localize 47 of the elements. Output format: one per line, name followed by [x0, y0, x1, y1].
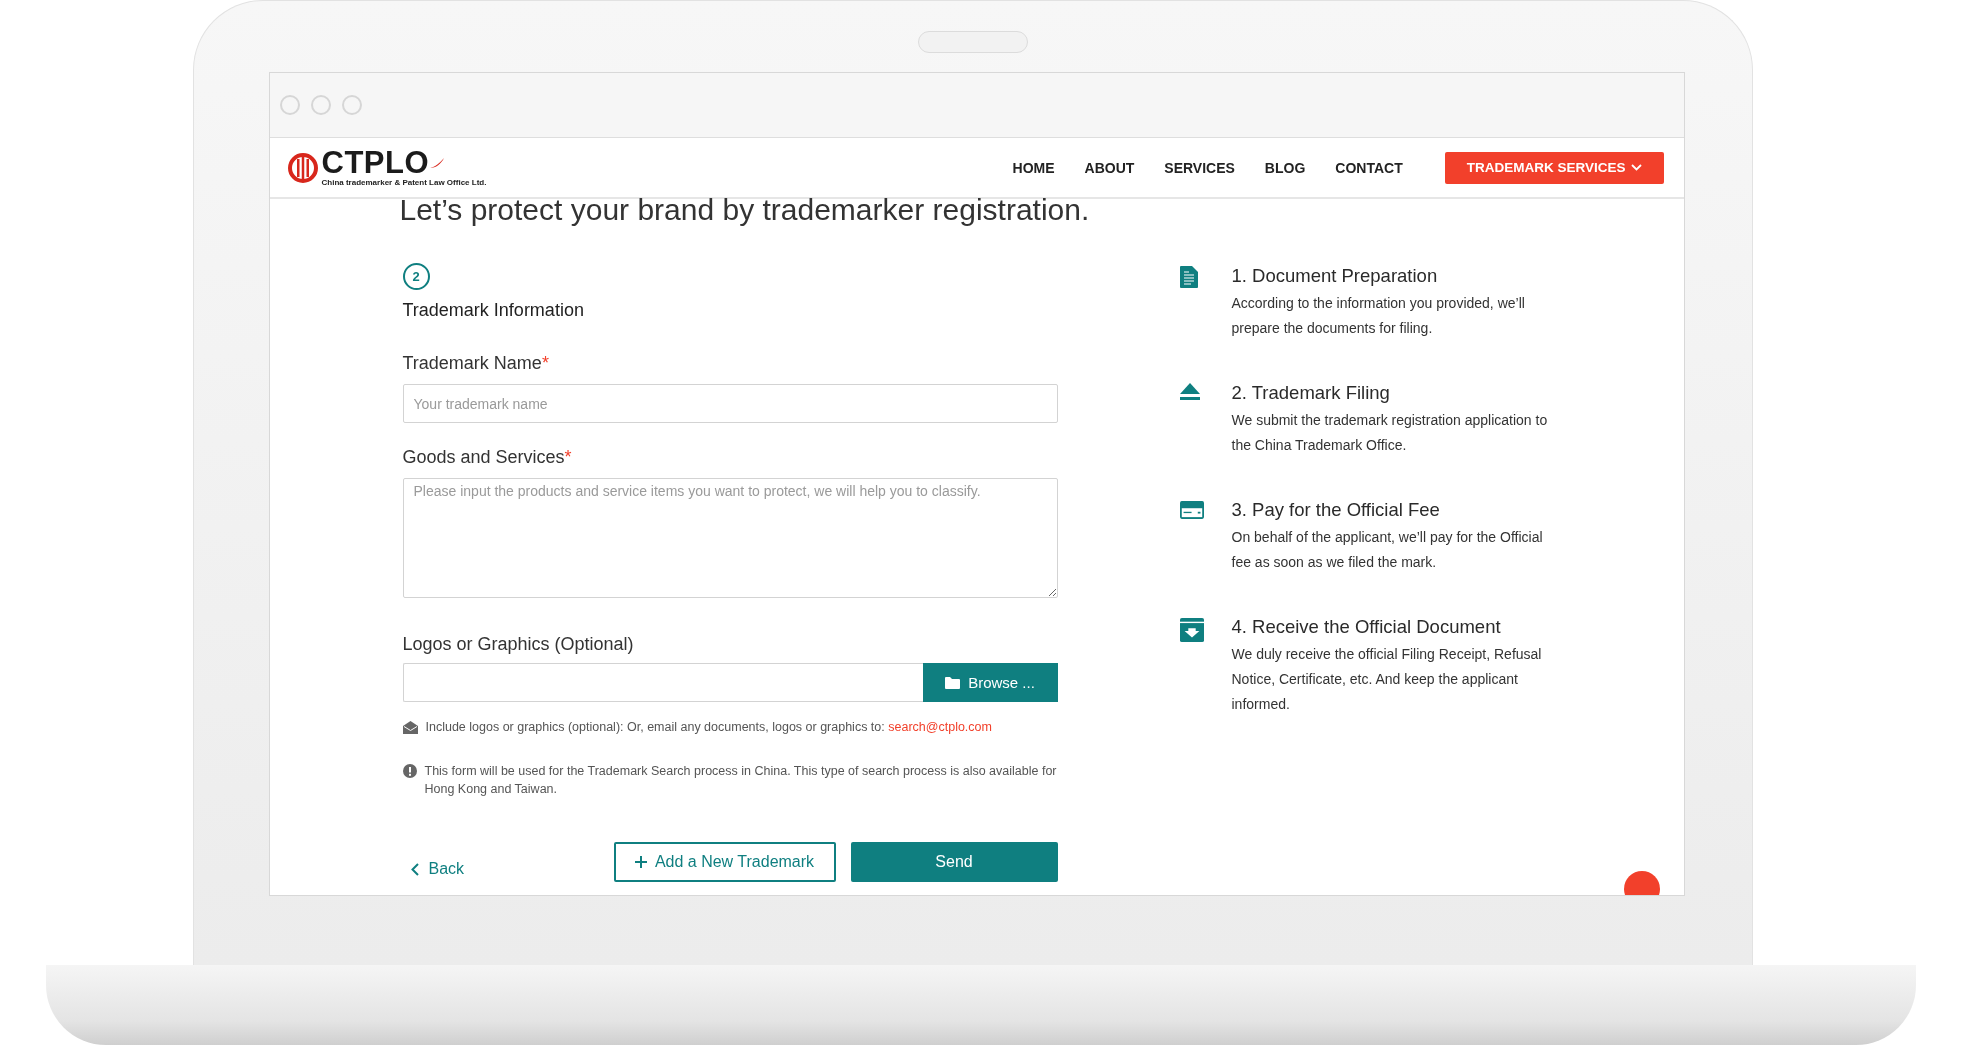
field-label: Goods and Services*: [402, 447, 573, 468]
field-label: Trademark Name*: [402, 353, 550, 374]
process-step-description: We duly receive the official Filing Receipt, Refusal Notice, Certificate, etc. And keep the applicant informed.: [1231, 645, 1543, 714]
step-number: 2: [402, 263, 430, 290]
archive-download-icon: [1179, 617, 1204, 643]
note-text: This form will be used for the Trademark Search process in China. This type of search process is also available for Hong Kong and Taiwan.: [424, 763, 1058, 798]
process-step-description: According to the information you provided, we’ll prepare the documents for filing.: [1231, 294, 1526, 338]
email-link[interactable]: search@ctplo.com: [888, 720, 992, 734]
nav-link[interactable]: ABOUT: [1084, 159, 1135, 176]
folder-icon: [945, 676, 961, 689]
file-input-field[interactable]: [402, 663, 923, 702]
logo-icon: [287, 152, 318, 183]
nav-link[interactable]: CONTACT: [1335, 159, 1403, 176]
trademark-services-button[interactable]: TRADEMARK SERVICES: [1444, 151, 1664, 184]
textarea-field[interactable]: Please input the products and service items you want to protect, we will help you to classify.: [402, 478, 1058, 598]
window-control-button[interactable]: [341, 95, 362, 115]
window-control-button[interactable]: [279, 95, 300, 115]
process-step-title: 1. Document Preparation: [1231, 264, 1439, 288]
browse-button[interactable]: Browse ...: [922, 663, 1058, 702]
text-input-field[interactable]: Your trademark name: [402, 384, 1058, 423]
nav-link[interactable]: BLOG: [1264, 159, 1306, 176]
add-trademark-button[interactable]: Add a New Trademark: [613, 842, 836, 882]
note-text: Include logos or graphics (optional): Or, email any documents, logos or graphics to: search@ctplo.com: [425, 719, 992, 736]
process-step-title: 4. Receive the Official Document: [1231, 615, 1502, 639]
swoosh-icon: [430, 158, 445, 168]
nav-link[interactable]: SERVICES: [1164, 159, 1235, 176]
process-step-title: 3. Pay for the Official Fee: [1231, 498, 1441, 522]
back-link[interactable]: Back: [410, 860, 614, 878]
envelope-icon: [402, 721, 418, 734]
process-step-description: On behalf of the applicant, we’ll pay for the Official fee as soon as we filed the mark.: [1231, 528, 1544, 572]
chevron-left-icon: [410, 862, 419, 876]
logo-tagline: China trademarker & Patent Law Office Ltd.: [321, 178, 487, 187]
field-label: Logos or Graphics (Optional): [402, 634, 635, 655]
plus-icon: [634, 856, 647, 868]
page-heading: Let’s protect your brand by trademarker registration.: [399, 193, 1091, 227]
exclamation-circle-icon: [402, 764, 417, 778]
chevron-down-icon: [1630, 164, 1642, 171]
send-button[interactable]: Send: [850, 842, 1058, 882]
window-control-button[interactable]: [310, 95, 331, 115]
nav-link[interactable]: HOME: [1012, 159, 1055, 176]
eject-icon: [1179, 383, 1200, 401]
document-icon: [1179, 266, 1198, 288]
process-step-description: We submit the trademark registration application to the China Trademark Office.: [1231, 411, 1549, 455]
credit-card-icon: [1179, 500, 1204, 520]
step-title: Trademark Information: [402, 300, 585, 321]
logo-wordmark: CTPLO: [321, 148, 430, 178]
process-step-title: 2. Trademark Filing: [1231, 381, 1391, 405]
